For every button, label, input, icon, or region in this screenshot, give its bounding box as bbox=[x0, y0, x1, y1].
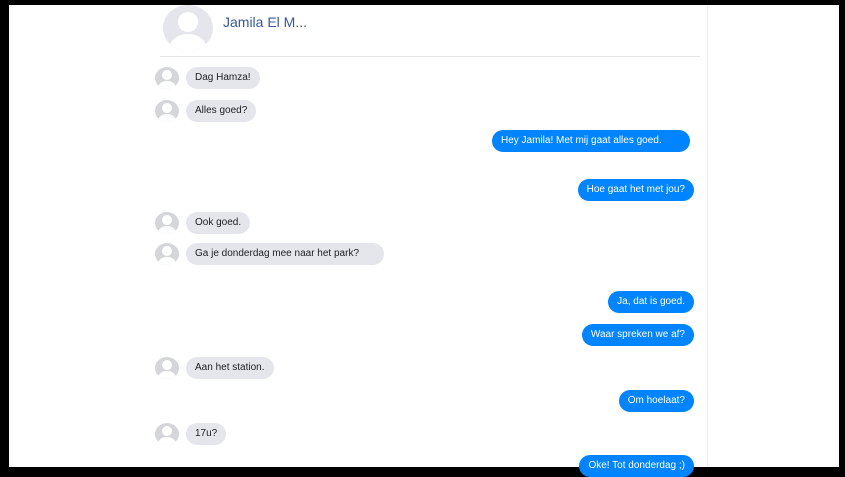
message-outgoing: Ja, dat is goed. bbox=[608, 291, 694, 313]
message-bubble: Oke! Tot donderdag ;) bbox=[579, 455, 694, 477]
message-outgoing: Hoe gaat het met jou? bbox=[577, 179, 694, 201]
sender-avatar-icon bbox=[155, 243, 179, 265]
message-bubble: Om hoelaat? bbox=[618, 390, 694, 412]
message-bubble: Alles goed? bbox=[186, 100, 257, 122]
message-bubble: Hoe gaat het met jou? bbox=[577, 179, 694, 201]
message-incoming: Ook goed. bbox=[155, 212, 251, 234]
message-incoming: Alles goed? bbox=[155, 100, 257, 122]
sender-avatar-icon bbox=[155, 212, 179, 234]
message-bubble: Ga je donderdag mee naar het park? bbox=[186, 243, 384, 265]
message-incoming: Dag Hamza! bbox=[155, 67, 260, 89]
message-bubble: Ook goed. bbox=[186, 212, 251, 234]
sender-avatar-icon bbox=[155, 67, 179, 89]
message-incoming: Ga je donderdag mee naar het park? bbox=[155, 243, 384, 265]
message-bubble: Hey Jamila! Met mij gaat alles goed. bbox=[492, 130, 690, 152]
message-bubble: Dag Hamza! bbox=[186, 67, 260, 89]
message-incoming: 17u? bbox=[155, 423, 227, 445]
message-bubble: 17u? bbox=[186, 423, 227, 445]
message-bubble: Waar spreken we af? bbox=[581, 324, 694, 346]
message-outgoing: Waar spreken we af? bbox=[581, 324, 694, 346]
message-outgoing: Oke! Tot donderdag ;) bbox=[579, 455, 694, 477]
sender-avatar-icon bbox=[155, 423, 179, 445]
message-outgoing: Om hoelaat? bbox=[618, 390, 694, 412]
message-thread: Dag Hamza! Alles goed? Hey Jamila! Met m… bbox=[0, 0, 845, 477]
message-outgoing: Hey Jamila! Met mij gaat alles goed. bbox=[492, 130, 694, 152]
message-bubble: Aan het station. bbox=[186, 357, 274, 379]
message-bubble: Ja, dat is goed. bbox=[608, 291, 694, 313]
message-incoming: Aan het station. bbox=[155, 357, 274, 379]
sender-avatar-icon bbox=[155, 357, 179, 379]
sender-avatar-icon bbox=[155, 100, 179, 122]
